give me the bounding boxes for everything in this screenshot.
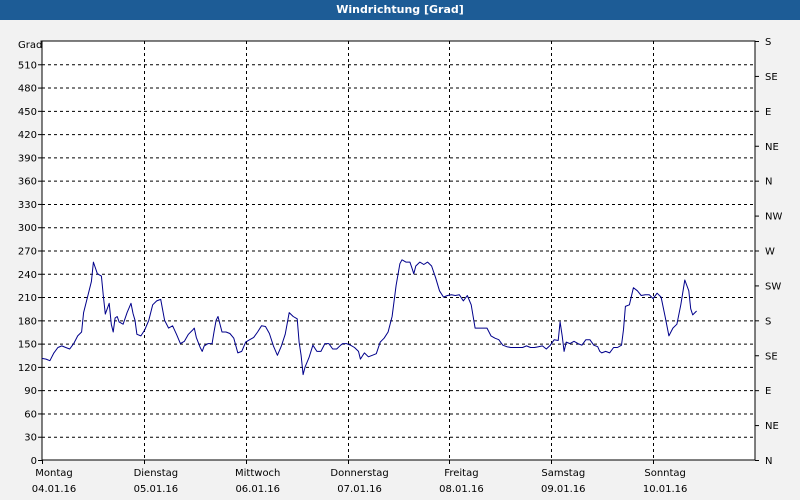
x-tick-date: 05.01.16 — [134, 484, 179, 495]
right-tick-label: N — [765, 456, 772, 467]
x-tick-day: Sonntag — [644, 468, 686, 479]
y-tick-label: 420 — [18, 130, 37, 141]
x-tick-day: Samstag — [541, 468, 585, 479]
x-tick-date: 04.01.16 — [32, 484, 77, 495]
y-tick-label: 390 — [18, 153, 37, 164]
right-tick-label: NE — [765, 142, 779, 153]
y-tick-label: 270 — [18, 247, 37, 258]
chart-grid — [42, 41, 755, 460]
y-tick-label: 330 — [18, 200, 37, 211]
y-tick-label: 240 — [18, 270, 37, 281]
x-tick-date: 08.01.16 — [439, 484, 484, 495]
x-tick-date: 06.01.16 — [235, 484, 280, 495]
right-tick-label: W — [765, 247, 775, 258]
x-tick-date: 07.01.16 — [337, 484, 382, 495]
x-tick-day: Montag — [35, 468, 72, 479]
right-tick-label: SW — [765, 281, 781, 292]
y-tick-label: 360 — [18, 177, 37, 188]
right-tick-label: NW — [765, 212, 782, 223]
y-tick-label: 510 — [18, 60, 37, 71]
y-axis-left: 0 30 60 90 120 150 180 210 240 270 300 330 360 390 420… — [18, 60, 42, 467]
right-tick-label: S — [765, 316, 771, 327]
y-tick-label: 60 — [24, 409, 37, 420]
right-tick-label: E — [765, 386, 771, 397]
y-tick-label: 300 — [18, 223, 37, 234]
x-tick-date: 10.01.16 — [643, 484, 688, 495]
right-tick-label: NE — [765, 421, 779, 432]
y-tick-label: 30 — [24, 433, 37, 444]
right-tick-label: S — [765, 37, 771, 48]
y-tick-label: 180 — [18, 316, 37, 327]
y-tick-label: 450 — [18, 107, 37, 118]
y-tick-label: 90 — [24, 386, 37, 397]
y-tick-label: 210 — [18, 293, 37, 304]
y-tick-label: 480 — [18, 84, 37, 95]
y-tick-label: 0 — [31, 456, 37, 467]
right-tick-label: N — [765, 177, 772, 188]
right-tick-label: SE — [765, 351, 778, 362]
x-tick-day: Mittwoch — [235, 468, 280, 479]
x-axis: Montag 04.01.16 Dienstag 05.01.16 Mittwoch 06… — [32, 460, 688, 495]
chart-title: Windrichtung [Grad] — [0, 0, 800, 20]
y-axis-label: Grad — [18, 40, 42, 51]
right-tick-label: SE — [765, 72, 778, 83]
right-tick-label: E — [765, 107, 771, 118]
y-tick-label: 120 — [18, 363, 37, 374]
x-tick-day: Donnerstag — [330, 468, 388, 479]
chart-canvas: Grad 0 30 60 90 120 150 180 210 240 270 300 330 360 3… — [18, 37, 783, 495]
x-tick-day: Dienstag — [134, 468, 179, 479]
x-tick-day: Freitag — [444, 468, 478, 479]
y-axis-right: N NE E SE S SW W NW N NE E SE S — [755, 37, 782, 467]
y-tick-label: 150 — [18, 340, 37, 351]
x-tick-date: 09.01.16 — [541, 484, 586, 495]
